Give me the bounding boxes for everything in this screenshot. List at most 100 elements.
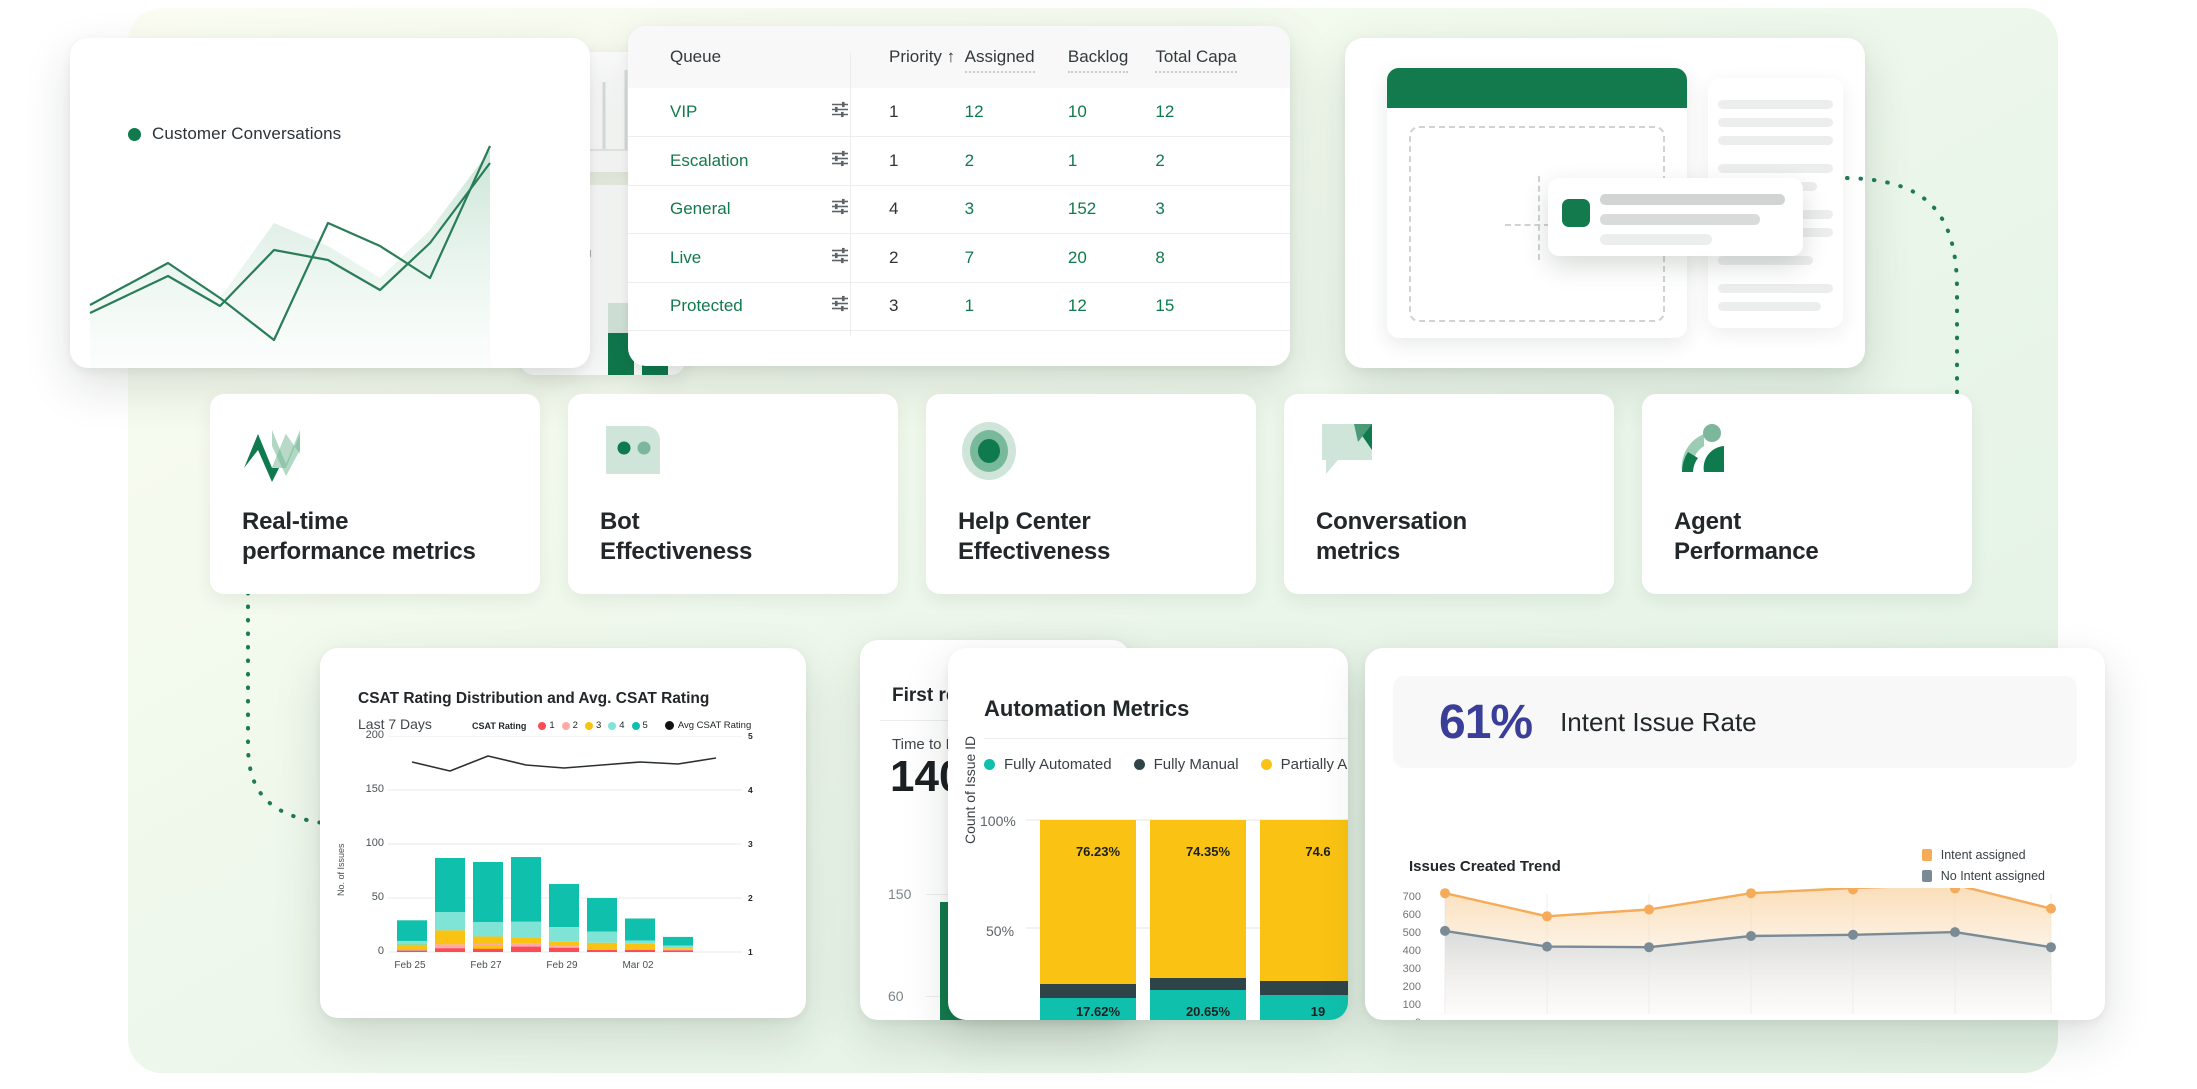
csat-xtick-0: Feb 25	[394, 960, 426, 971]
csat-plot	[388, 736, 742, 953]
intent-rate-percent: 61%	[1439, 695, 1533, 749]
automation-label-automated-1: 17.62%	[1075, 1004, 1121, 1019]
feature-card-title: Conversation metrics	[1316, 507, 1467, 566]
csat-legend-title: CSAT Rating	[472, 720, 527, 731]
agent-person-icon	[1674, 420, 1736, 482]
table-row[interactable]: Protected 3 1 12 15	[628, 282, 1290, 331]
cell-backlog: 20	[1067, 233, 1156, 283]
automation-metrics-legend: Fully Automated Fully Manual Partially A…	[984, 756, 1348, 773]
mockup-card-thumbnail	[1562, 199, 1590, 227]
csat-legend-dot-4	[608, 721, 617, 730]
csat-xtick-3: Mar 02	[622, 960, 654, 971]
target-rings-icon	[958, 420, 1020, 482]
csat-xtick-1: Feb 27	[470, 960, 502, 971]
feature-card-title: Bot Effectiveness	[600, 507, 753, 566]
customer-conversations-card: Customer Conversations	[70, 38, 590, 368]
column-header-total-capacity[interactable]: Total Capa	[1155, 26, 1290, 88]
chat-bubble-icon	[1316, 420, 1378, 482]
automation-ytick-50: 50%	[986, 923, 1015, 939]
csat-ytick-50: 50	[371, 891, 384, 903]
automation-y-axis-label: Count of Issue ID	[962, 735, 978, 844]
legend-swatch-no-intent-assigned	[1921, 870, 1932, 882]
queue-table-header: Queue Priority ↑ Assigned Backlog Total	[628, 26, 1290, 88]
sliders-icon[interactable]	[831, 198, 849, 221]
csat-bars	[397, 857, 693, 952]
issues-trend-title: Issues Created Trend	[1409, 858, 1561, 875]
automation-label-partial-1: 76.23%	[1075, 844, 1121, 859]
cell-total-capacity: 3	[1155, 185, 1290, 234]
csat-ytick-0: 0	[377, 945, 384, 957]
feature-card-real-time-performance-metrics[interactable]: Real-time performance metrics	[210, 394, 540, 594]
sliders-icon[interactable]	[831, 295, 849, 318]
mockup-crosshair-vertical	[1538, 176, 1540, 260]
cell-assigned: 2	[964, 136, 1068, 186]
first-response-ytick-150: 150	[888, 886, 912, 902]
feature-card-title: Agent Performance	[1674, 507, 1819, 566]
conversations-legend-label: Customer Conversations	[152, 124, 342, 143]
csat-legend-dot-avg	[664, 721, 674, 730]
sliders-icon[interactable]	[831, 149, 849, 172]
automation-ytick-100: 100%	[980, 813, 1016, 829]
trend-ytick-300: 300	[1402, 963, 1421, 975]
table-column-divider	[850, 52, 851, 336]
conversations-line-chart	[89, 145, 492, 368]
cell-assigned: 3	[964, 185, 1068, 234]
csat-y2tick-4: 4	[748, 785, 753, 795]
csat-legend-dot-1	[538, 721, 547, 730]
feature-card-agent-performance[interactable]: Agent Performance	[1642, 394, 1972, 594]
column-header-queue-label: Queue	[670, 47, 722, 66]
legend-label-intent-assigned: Intent assigned	[1940, 848, 2026, 862]
column-header-backlog[interactable]: Backlog	[1067, 26, 1156, 88]
sliders-icon[interactable]	[831, 246, 849, 269]
cell-total-capacity: 2	[1155, 136, 1290, 186]
bot-face-icon	[600, 420, 662, 482]
csat-y2tick-2: 2	[748, 893, 753, 903]
queue-table-body: VIP 1 12 10 12 Escalation 1 2 1 2 Genera…	[628, 88, 1290, 331]
csat-legend-label-1: 1	[549, 720, 555, 731]
sliders-icon[interactable]	[831, 101, 849, 124]
issues-trend-legend: Intent assigned No Intent assigned	[1921, 848, 2045, 890]
table-row[interactable]: Escalation 1 2 1 2	[628, 136, 1290, 186]
table-row[interactable]: Live 2 7 20 8	[628, 233, 1290, 283]
legend-label-partially-automated: Partially Au	[1280, 756, 1348, 773]
column-header-assigned[interactable]: Assigned	[964, 26, 1068, 88]
automation-label-automated-2: 20.65%	[1185, 1004, 1231, 1019]
cell-priority: 1	[877, 88, 965, 137]
csat-legend-label-avg: Avg CSAT Rating	[677, 720, 752, 731]
column-header-backlog-label: Backlog	[1067, 47, 1129, 73]
feature-card-conversation-metrics[interactable]: Conversation metrics	[1284, 394, 1614, 594]
cell-queue: Live	[670, 247, 702, 267]
cell-backlog: 1	[1067, 136, 1156, 186]
mockup-crosshair-horizontal	[1505, 224, 1550, 226]
queue-table-card: Queue Priority ↑ Assigned Backlog Total	[628, 26, 1290, 366]
trend-ytick-700: 700	[1402, 891, 1421, 903]
csat-ytick-150: 150	[365, 783, 384, 795]
trend-ytick-100: 100	[1402, 999, 1421, 1011]
table-row[interactable]: General 4 3 152 3	[628, 185, 1290, 234]
legend-dot-icon	[128, 127, 141, 141]
csat-legend-dot-3	[584, 721, 593, 730]
legend-dot-fully-automated	[984, 759, 995, 770]
cell-backlog: 12	[1067, 282, 1156, 331]
issues-trend-plot	[1440, 888, 2056, 1014]
cell-assigned: 1	[964, 282, 1068, 331]
cell-total-capacity: 15	[1155, 282, 1290, 331]
legend-dot-fully-manual	[1133, 759, 1145, 770]
cell-priority: 3	[877, 282, 965, 331]
column-header-priority[interactable]: Priority ↑	[877, 26, 965, 88]
csat-ytick-100: 100	[365, 837, 384, 849]
cell-priority: 2	[877, 233, 965, 283]
feature-card-help-center-effectiveness[interactable]: Help Center Effectiveness	[926, 394, 1256, 594]
legend-swatch-intent-assigned	[1921, 849, 1932, 861]
table-row[interactable]: VIP 1 12 10 12	[628, 88, 1290, 137]
csat-y2tick-3: 3	[748, 839, 753, 849]
cell-priority: 4	[877, 185, 965, 234]
csat-rating-card: CSAT Rating Distribution and Avg. CSAT R…	[320, 648, 806, 1018]
intent-rate-banner: 61% Intent Issue Rate	[1393, 676, 2077, 768]
column-header-queue[interactable]: Queue	[628, 26, 878, 88]
feature-card-bot-effectiveness[interactable]: Bot Effectiveness	[568, 394, 898, 594]
automation-metrics-title: Automation Metrics	[984, 696, 1190, 721]
intent-rate-label: Intent Issue Rate	[1560, 706, 1757, 737]
automation-metrics-divider	[984, 738, 1348, 739]
csat-legend: CSAT Rating 1 2 3 4 5 Avg CSAT Rating	[472, 720, 751, 731]
